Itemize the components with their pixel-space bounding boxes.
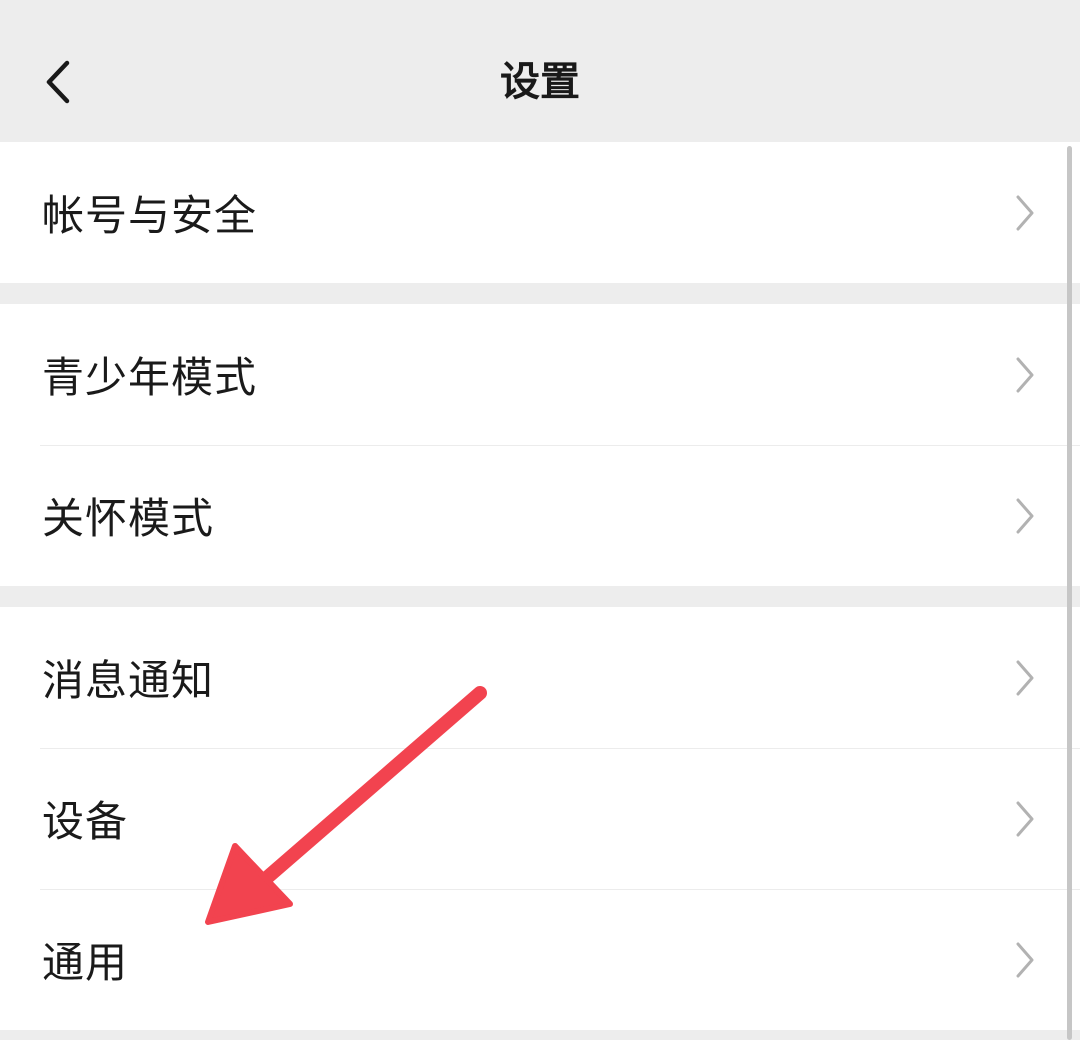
settings-item-devices[interactable]: 设备 [0,748,1080,889]
chevron-right-icon [1016,942,1034,977]
scrollbar[interactable] [1067,146,1072,1040]
settings-item-label: 消息通知 [42,656,215,705]
settings-item-teen-mode[interactable]: 青少年模式 [0,304,1080,445]
settings-group-general: 消息通知 设备 通用 [0,607,1080,1030]
settings-item-label: 青少年模式 [42,353,258,402]
chevron-right-icon [1016,195,1034,230]
settings-group-modes: 青少年模式 关怀模式 [0,304,1080,586]
chevron-right-icon [1016,498,1034,533]
settings-item-notifications[interactable]: 消息通知 [0,607,1080,748]
chevron-right-icon [1016,357,1034,392]
settings-group-account: 帐号与安全 [0,142,1080,283]
settings-item-care-mode[interactable]: 关怀模式 [0,445,1080,586]
settings-screen: 设置 帐号与安全 青少年模式 关怀模式 消息通知 设备 通用 [0,0,1080,1040]
chevron-right-icon [1016,801,1034,836]
settings-item-label: 通用 [42,938,129,987]
page-title: 设置 [500,59,580,105]
settings-item-label: 帐号与安全 [42,191,258,240]
settings-item-label: 关怀模式 [42,494,215,543]
settings-item-label: 设备 [42,797,129,846]
settings-item-account-security[interactable]: 帐号与安全 [0,142,1080,283]
settings-item-general[interactable]: 通用 [0,889,1080,1030]
chevron-right-icon [1016,660,1034,695]
navigation-bar: 设置 [0,0,1080,142]
